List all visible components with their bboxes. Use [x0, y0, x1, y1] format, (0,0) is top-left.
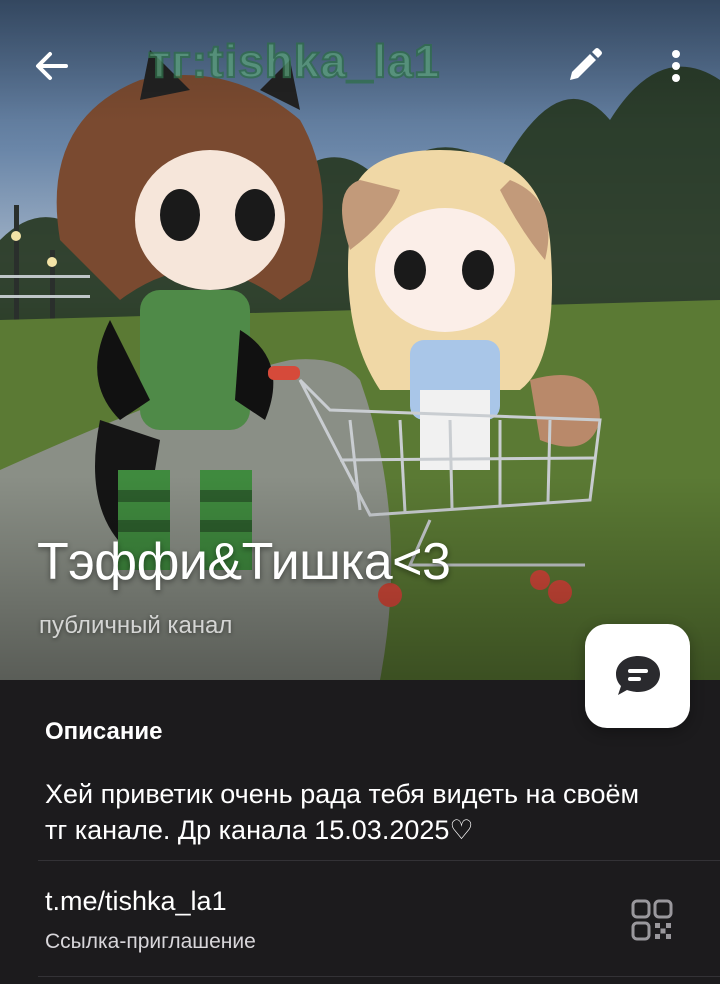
divider	[38, 976, 720, 977]
description-heading: Описание	[45, 718, 163, 745]
back-button[interactable]	[28, 42, 76, 90]
pencil-icon	[570, 48, 602, 80]
channel-type-label: публичный канал	[39, 612, 233, 639]
cover-watermark: тг:tishka_la1	[147, 34, 441, 88]
link-caption: Ссылка-приглашение	[45, 930, 256, 953]
open-chat-button[interactable]	[585, 624, 690, 728]
chat-bubble-icon	[615, 656, 660, 695]
more-vertical-icon	[672, 50, 680, 82]
edit-button[interactable]	[560, 42, 608, 90]
channel-cover-image: тг:tishka_la1 Тэффи&Тишка<3 публичный ка…	[0, 0, 720, 680]
arrow-left-icon	[36, 52, 68, 80]
description-text: Хей приветик очень рада тебя видеть на с…	[45, 779, 640, 845]
qr-code-button[interactable]	[628, 896, 676, 944]
divider	[38, 860, 720, 861]
channel-link[interactable]: t.me/tishka_la1	[45, 886, 227, 917]
qr-code-icon	[631, 899, 673, 941]
more-menu-button[interactable]	[654, 42, 698, 90]
channel-title: Тэффи&Тишка<3	[37, 533, 451, 591]
